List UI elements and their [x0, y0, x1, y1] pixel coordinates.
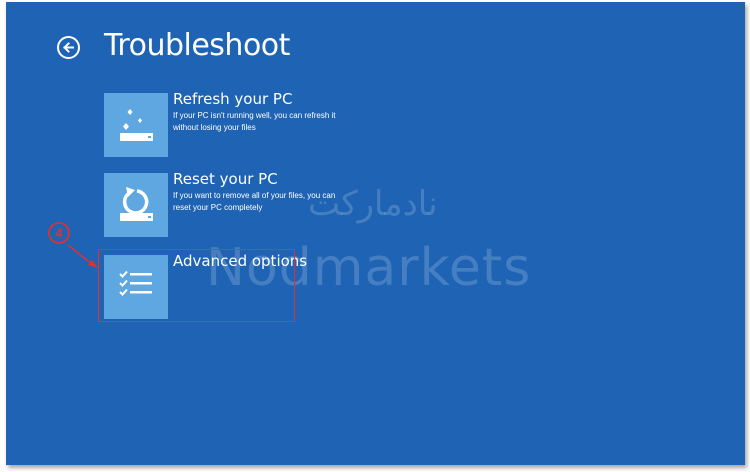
- annotation-arrow-icon: [67, 244, 98, 268]
- annotation-step-number: 4: [55, 226, 63, 241]
- annotation-step-marker: 4: [47, 221, 71, 245]
- troubleshoot-screen: نادمارکت Nodmarkets Troubleshoot Refresh…: [6, 2, 745, 465]
